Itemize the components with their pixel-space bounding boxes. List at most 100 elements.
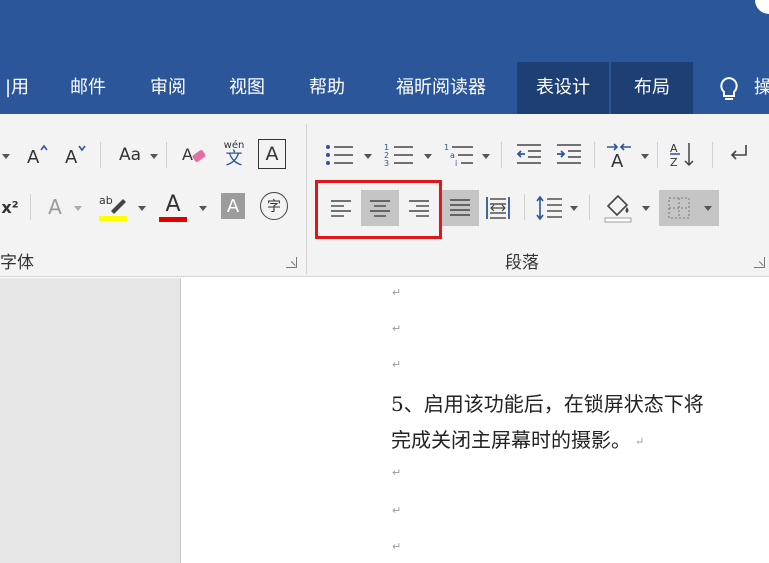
justify-icon <box>450 199 470 216</box>
paragraph-dialog-launcher-icon[interactable] <box>754 257 765 268</box>
svg-text:A: A <box>670 142 678 155</box>
distributed-button[interactable] <box>480 190 516 226</box>
justify-button[interactable] <box>441 190 479 226</box>
separator <box>594 142 595 168</box>
sort-button[interactable]: A Z <box>666 138 700 172</box>
show-hide-marks-icon <box>730 145 747 160</box>
shrink-font-button[interactable]: A <box>62 140 88 170</box>
separator <box>166 142 167 168</box>
svg-text:ab: ab <box>99 194 113 207</box>
separator <box>589 194 590 220</box>
title-bar <box>0 0 769 62</box>
tab-review[interactable]: 审阅 <box>136 62 200 114</box>
document-page[interactable] <box>182 278 769 563</box>
chinese-layout-dropdown-arrow[interactable] <box>641 154 649 159</box>
bullets-icon <box>326 145 353 165</box>
tell-me-label[interactable]: 操 <box>754 62 769 114</box>
change-case-button[interactable]: Aa <box>110 140 150 170</box>
borders-grid-icon <box>668 197 690 219</box>
font-size-dropdown-arrow[interactable] <box>2 154 10 159</box>
ribbon-tabs: |用 邮件 审阅 视图 帮助 福昕阅读器 表设计 布局 操 <box>0 62 769 114</box>
window-corner <box>755 0 769 14</box>
numbering-icon: 1 2 3 <box>384 143 413 168</box>
separator <box>712 142 713 168</box>
tell-me-lightbulb-icon[interactable] <box>716 75 742 103</box>
separator <box>30 194 31 220</box>
character-border-button[interactable]: A <box>258 139 286 169</box>
multilevel-list-button[interactable]: 1 a i <box>442 138 476 172</box>
borders-dropdown-arrow[interactable] <box>704 206 712 211</box>
paragraph-mark: ↵ <box>635 435 645 448</box>
paint-bucket-icon <box>604 194 632 223</box>
font-color-dropdown-arrow[interactable] <box>199 206 207 211</box>
paragraph-group-label: 段落 <box>505 253 539 273</box>
enclose-characters-button[interactable]: 字 <box>260 192 288 220</box>
decrease-indent-button[interactable] <box>512 138 546 172</box>
sort-icon: A Z <box>670 142 694 169</box>
paragraph-mark: ↵ <box>392 540 402 553</box>
tab-layout[interactable]: 布局 <box>611 62 693 114</box>
svg-text:i: i <box>455 159 457 168</box>
text-effects-dropdown-arrow[interactable] <box>74 206 82 211</box>
svg-text:3: 3 <box>384 159 389 168</box>
font-color-swatch <box>159 216 187 222</box>
bullets-button[interactable] <box>322 138 356 172</box>
document-gutter <box>0 278 181 563</box>
phonetic-guide-char: 文 <box>225 148 243 169</box>
decrease-indent-icon <box>516 144 541 164</box>
tab-view[interactable]: 视图 <box>215 62 279 114</box>
paragraph-mark: ↵ <box>392 322 402 335</box>
font-color-letter: A <box>165 191 181 217</box>
separator <box>524 194 525 220</box>
distributed-align-icon <box>486 197 510 219</box>
font-color-button[interactable]: A <box>158 190 188 224</box>
svg-text:1: 1 <box>444 143 449 152</box>
grow-font-button[interactable]: A <box>24 140 50 170</box>
clear-formatting-eraser-icon: A <box>182 145 206 164</box>
increase-indent-button[interactable] <box>552 138 586 172</box>
chinese-layout-button[interactable]: A <box>602 138 636 172</box>
shading-button[interactable] <box>600 188 636 226</box>
line-spacing-dropdown-arrow[interactable] <box>570 206 578 211</box>
svg-text:A: A <box>65 147 78 167</box>
numbering-button[interactable]: 1 2 3 <box>382 138 416 172</box>
numbering-dropdown-arrow[interactable] <box>424 154 432 159</box>
document-line[interactable]: 5、启用该功能后，在锁屏状态下将 <box>391 388 704 417</box>
chinese-layout-icon: A <box>607 143 631 171</box>
increase-indent-icon <box>557 144 581 164</box>
document-line-text: 完成关闭主屏幕时的摄影。 <box>391 428 631 452</box>
shrink-font-icon: A <box>65 145 86 167</box>
bullets-dropdown-arrow[interactable] <box>364 154 372 159</box>
group-separator <box>306 124 307 274</box>
tab-help[interactable]: 帮助 <box>295 62 359 114</box>
text-highlight-button[interactable]: ab <box>96 190 130 224</box>
text-effects-button[interactable]: A <box>42 192 68 222</box>
tab-references[interactable]: |用 <box>0 62 34 114</box>
font-group-label: 字体 <box>0 253 34 273</box>
document-line[interactable]: 完成关闭主屏幕时的摄影。 ↵ <box>391 424 644 453</box>
svg-text:Z: Z <box>670 156 678 169</box>
line-spacing-button[interactable] <box>532 190 566 226</box>
alignment-annotation-box <box>315 180 442 239</box>
phonetic-guide-button[interactable]: wén 文 <box>218 136 250 172</box>
show-hide-marks-button[interactable] <box>722 138 756 172</box>
tab-mailings[interactable]: 邮件 <box>56 62 120 114</box>
superscript-button[interactable]: x² <box>0 192 20 222</box>
multilevel-list-dropdown-arrow[interactable] <box>482 154 490 159</box>
tab-foxit-reader[interactable]: 福昕阅读器 <box>374 62 508 114</box>
tab-table-design[interactable]: 表设计 <box>517 62 609 114</box>
line-spacing-icon <box>536 195 562 221</box>
svg-text:A: A <box>182 145 193 164</box>
character-shading-button[interactable]: A <box>221 193 245 219</box>
svg-text:A: A <box>27 147 40 167</box>
separator <box>100 142 101 168</box>
change-case-dropdown-arrow[interactable] <box>150 154 158 159</box>
highlight-dropdown-arrow[interactable] <box>138 206 146 211</box>
paragraph-mark: ↵ <box>392 504 402 517</box>
shading-dropdown-arrow[interactable] <box>642 206 650 211</box>
grow-font-icon: A <box>27 144 48 167</box>
clear-formatting-button[interactable]: A <box>178 138 212 172</box>
separator <box>501 142 502 168</box>
font-dialog-launcher-icon[interactable] <box>286 257 297 268</box>
svg-text:A: A <box>611 151 624 171</box>
